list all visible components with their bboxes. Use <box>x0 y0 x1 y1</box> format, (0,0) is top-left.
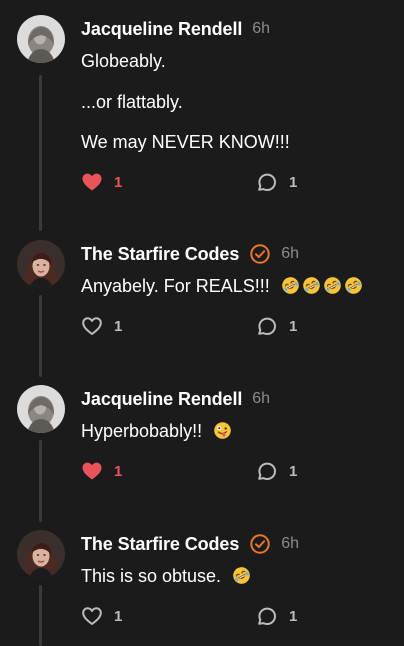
comment-actions: 1 1 <box>80 314 320 338</box>
reply-count: 1 <box>289 607 298 625</box>
like-button[interactable]: 1 <box>80 170 122 194</box>
comment-text-content: Hyperbobably!! <box>81 421 203 441</box>
comment-bubble-icon <box>255 459 279 483</box>
thread-line <box>39 440 42 522</box>
comment-text: Anyabely. For REALS!!! <box>81 275 365 297</box>
author-name[interactable]: Jacqueline Rendell <box>81 389 242 410</box>
reply-count: 1 <box>289 462 298 480</box>
rofl-emoji-icon <box>323 276 342 295</box>
heart-outline-icon <box>80 604 104 628</box>
rofl-emoji-icon <box>302 276 321 295</box>
heart-icon <box>80 459 104 483</box>
comment-header: The Starfire Codes 6h <box>81 242 299 266</box>
rofl-emoji-icon <box>281 276 300 295</box>
comment-bubble-icon <box>255 170 279 194</box>
like-count: 1 <box>114 607 123 625</box>
reply-button[interactable]: 1 <box>255 170 297 194</box>
avatar[interactable] <box>17 385 65 433</box>
like-button[interactable]: 1 <box>80 604 122 628</box>
comment-text: ...or flattably. <box>81 92 183 112</box>
comment-actions: 1 1 <box>80 459 320 483</box>
comment-header: Jacqueline Rendell 6h <box>81 387 270 411</box>
like-count: 1 <box>114 317 123 335</box>
comment-text-content: This is so obtuse. <box>81 566 222 586</box>
comment-header: The Starfire Codes 6h <box>81 532 299 556</box>
comment-thread: Jacqueline Rendell 6h Globeably. ...or f… <box>0 0 404 646</box>
avatar[interactable] <box>17 15 65 63</box>
comment-text-content: Anyabely. For REALS!!! <box>81 276 270 296</box>
thread-line <box>39 585 42 646</box>
timestamp[interactable]: 6h <box>252 390 270 408</box>
comment-header: Jacqueline Rendell 6h <box>81 17 270 41</box>
comment-bubble-icon <box>255 314 279 338</box>
author-name[interactable]: The Starfire Codes <box>81 534 239 555</box>
zany-face-emoji-icon <box>213 421 232 440</box>
avatar[interactable] <box>17 240 65 288</box>
like-count: 1 <box>114 462 123 480</box>
rofl-emoji-icon <box>232 566 251 585</box>
reply-button[interactable]: 1 <box>255 604 297 628</box>
heart-outline-icon <box>80 314 104 338</box>
comment-actions: 1 1 <box>80 604 320 628</box>
comment-text: Hyperbobably!! <box>81 420 234 442</box>
comment-text: We may NEVER KNOW!!! <box>81 132 290 152</box>
rofl-emoji-icon <box>344 276 363 295</box>
timestamp[interactable]: 6h <box>281 245 299 263</box>
like-count: 1 <box>114 173 123 191</box>
comment-text: Globeably. <box>81 51 166 71</box>
author-name[interactable]: The Starfire Codes <box>81 244 239 265</box>
reply-count: 1 <box>289 317 298 335</box>
like-button[interactable]: 1 <box>80 459 122 483</box>
heart-icon <box>80 170 104 194</box>
thread-line <box>39 75 42 231</box>
like-button[interactable]: 1 <box>80 314 122 338</box>
avatar[interactable] <box>17 530 65 578</box>
verified-badge-icon <box>249 533 271 555</box>
timestamp[interactable]: 6h <box>281 535 299 553</box>
comment-actions: 1 1 <box>80 170 320 194</box>
timestamp[interactable]: 6h <box>252 20 270 38</box>
reply-button[interactable]: 1 <box>255 314 297 338</box>
reply-button[interactable]: 1 <box>255 459 297 483</box>
comment-text: This is so obtuse. <box>81 565 253 587</box>
author-name[interactable]: Jacqueline Rendell <box>81 19 242 40</box>
thread-line <box>39 295 42 377</box>
reply-count: 1 <box>289 173 298 191</box>
comment-bubble-icon <box>255 604 279 628</box>
verified-badge-icon <box>249 243 271 265</box>
